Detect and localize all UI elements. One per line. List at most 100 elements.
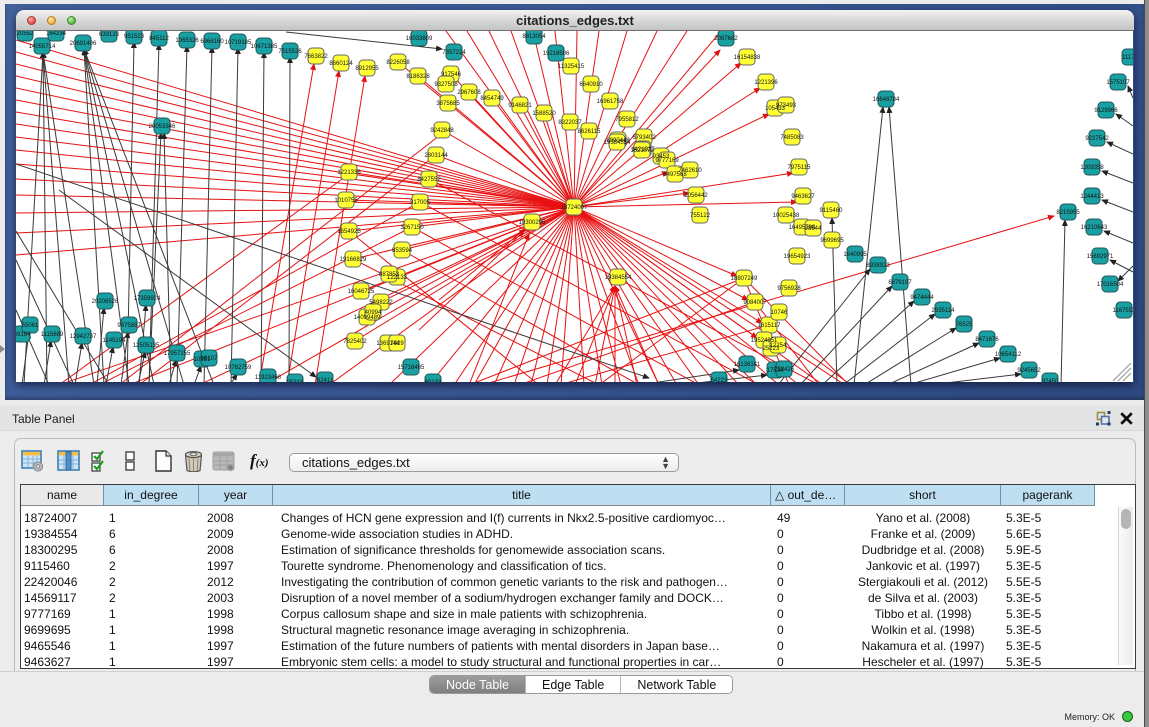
svg-text:3267150: 3267150 bbox=[400, 225, 424, 231]
svg-text:80133: 80133 bbox=[425, 380, 442, 382]
svg-text:8626115: 8626115 bbox=[578, 129, 602, 135]
svg-text:8226058: 8226058 bbox=[386, 60, 410, 66]
svg-text:68107: 68107 bbox=[201, 356, 218, 362]
svg-text:8471676: 8471676 bbox=[975, 337, 999, 343]
svg-text:1167553: 1167553 bbox=[1113, 308, 1133, 314]
svg-text:16033809: 16033809 bbox=[406, 36, 433, 42]
svg-text:7955812: 7955812 bbox=[615, 117, 639, 123]
svg-text:10025438: 10025438 bbox=[773, 213, 800, 219]
svg-text:10671385: 10671385 bbox=[251, 44, 278, 50]
svg-text:7825402: 7825402 bbox=[343, 339, 367, 345]
svg-text:10654112: 10654112 bbox=[995, 352, 1022, 358]
svg-text:9777169: 9777169 bbox=[655, 158, 679, 164]
svg-text:9245652: 9245652 bbox=[1017, 368, 1041, 374]
svg-text:951523: 951523 bbox=[124, 34, 145, 40]
svg-text:1654925: 1654925 bbox=[337, 229, 361, 235]
svg-text:20206526: 20206526 bbox=[92, 299, 119, 305]
svg-text:1621072: 1621072 bbox=[630, 148, 654, 154]
svg-text:15716485: 15716485 bbox=[398, 365, 425, 371]
svg-text:10782759: 10782759 bbox=[225, 365, 252, 371]
svg-text:8427552: 8427552 bbox=[417, 177, 441, 183]
svg-text:92450: 92450 bbox=[1042, 379, 1059, 382]
svg-text:10746: 10746 bbox=[771, 310, 788, 316]
svg-text:1209358: 1209358 bbox=[1080, 165, 1104, 171]
svg-text:9227542: 9227542 bbox=[1085, 136, 1109, 142]
svg-text:6966160: 6966160 bbox=[200, 39, 224, 45]
svg-text:8660124: 8660124 bbox=[329, 61, 353, 67]
svg-text:12942737: 12942737 bbox=[70, 334, 97, 340]
svg-text:12505135: 12505135 bbox=[133, 343, 160, 349]
svg-text:11923466: 11923466 bbox=[255, 375, 282, 381]
svg-text:755122: 755122 bbox=[690, 213, 711, 219]
svg-text:7663822: 7663822 bbox=[304, 54, 328, 60]
svg-text:11172: 11172 bbox=[1122, 55, 1133, 61]
svg-text:16136141: 16136141 bbox=[734, 362, 761, 368]
svg-text:7462610: 7462610 bbox=[678, 168, 702, 174]
svg-text:8322037: 8322037 bbox=[558, 120, 582, 126]
svg-text:16961758: 16961758 bbox=[597, 99, 624, 105]
svg-text:1588520: 1588520 bbox=[532, 111, 556, 117]
svg-text:39194: 39194 bbox=[16, 332, 31, 338]
svg-text:633123: 633123 bbox=[99, 32, 120, 38]
svg-text:9756928: 9756928 bbox=[777, 286, 801, 292]
svg-text:1221396: 1221396 bbox=[754, 80, 778, 86]
svg-text:8813054: 8813054 bbox=[522, 34, 546, 40]
svg-text:7515526: 7515526 bbox=[278, 49, 302, 55]
svg-text:20691406: 20691406 bbox=[70, 41, 97, 47]
svg-text:7485083: 7485083 bbox=[780, 135, 804, 141]
svg-text:2935114: 2935114 bbox=[932, 308, 956, 314]
svg-text:1010755: 1010755 bbox=[334, 198, 358, 204]
svg-text:16046725: 16046725 bbox=[348, 289, 375, 295]
svg-text:19166829: 19166829 bbox=[340, 257, 367, 263]
svg-text:9975887: 9975887 bbox=[117, 323, 141, 329]
svg-text:17957255: 17957255 bbox=[164, 351, 191, 357]
svg-text:9146821: 9146821 bbox=[508, 103, 532, 109]
svg-text:6879197: 6879197 bbox=[888, 280, 912, 286]
svg-text:8186328: 8186328 bbox=[406, 74, 430, 80]
svg-text:164234: 164234 bbox=[46, 31, 67, 37]
svg-text:733426: 733426 bbox=[774, 367, 795, 373]
svg-text:5498222: 5498222 bbox=[369, 300, 393, 306]
svg-text:9129966: 9129966 bbox=[1094, 108, 1118, 114]
svg-text:76525: 76525 bbox=[956, 322, 973, 328]
svg-text:12254: 12254 bbox=[770, 343, 787, 349]
svg-text:1115689: 1115689 bbox=[41, 332, 64, 338]
svg-text:2087682: 2087682 bbox=[714, 36, 738, 42]
svg-text:317005: 317005 bbox=[410, 200, 431, 206]
svg-text:20053346: 20053346 bbox=[149, 124, 176, 130]
svg-text:8454749: 8454749 bbox=[480, 96, 504, 102]
svg-text:9474444: 9474444 bbox=[910, 295, 934, 301]
svg-text:1065326: 1065326 bbox=[175, 38, 199, 44]
svg-text:40994: 40994 bbox=[365, 310, 382, 316]
svg-text:95313: 95313 bbox=[287, 380, 304, 382]
svg-text:2967608: 2967608 bbox=[457, 90, 481, 96]
svg-text:14055714: 14055714 bbox=[29, 44, 56, 50]
svg-text:6640910: 6640910 bbox=[579, 82, 603, 88]
svg-text:8912955: 8912955 bbox=[355, 66, 379, 72]
svg-text:9699695: 9699695 bbox=[820, 238, 844, 244]
svg-text:19384554: 19384554 bbox=[604, 140, 631, 146]
svg-text:98544: 98544 bbox=[805, 226, 822, 232]
svg-text:9084007: 9084007 bbox=[743, 300, 767, 306]
svg-text:3875685: 3875685 bbox=[436, 101, 460, 107]
svg-text:19218506: 19218506 bbox=[543, 51, 570, 57]
svg-text:64223: 64223 bbox=[711, 378, 728, 382]
svg-text:16210643: 16210643 bbox=[1081, 225, 1108, 231]
svg-text:18807249: 18807249 bbox=[731, 276, 758, 282]
svg-text:2803144: 2803144 bbox=[424, 153, 448, 159]
svg-text:9115460: 9115460 bbox=[820, 208, 844, 214]
svg-text:853594: 853594 bbox=[392, 248, 413, 254]
svg-text:917546: 917546 bbox=[441, 72, 462, 78]
svg-text:887853: 887853 bbox=[379, 272, 400, 278]
svg-text:7975115: 7975115 bbox=[788, 165, 812, 171]
svg-text:20552: 20552 bbox=[17, 31, 34, 37]
svg-text:11325415: 11325415 bbox=[558, 64, 585, 70]
svg-text:18300295: 18300295 bbox=[519, 220, 546, 226]
svg-text:1221336: 1221336 bbox=[337, 170, 361, 176]
svg-text:9327508: 9327508 bbox=[434, 82, 458, 88]
svg-text:8215955: 8215955 bbox=[1056, 210, 1080, 216]
svg-text:19384554: 19384554 bbox=[605, 275, 632, 281]
svg-text:19654923: 19654923 bbox=[784, 254, 811, 260]
svg-text:16648784: 16648784 bbox=[873, 97, 900, 103]
svg-text:1575107: 1575107 bbox=[1106, 80, 1130, 86]
